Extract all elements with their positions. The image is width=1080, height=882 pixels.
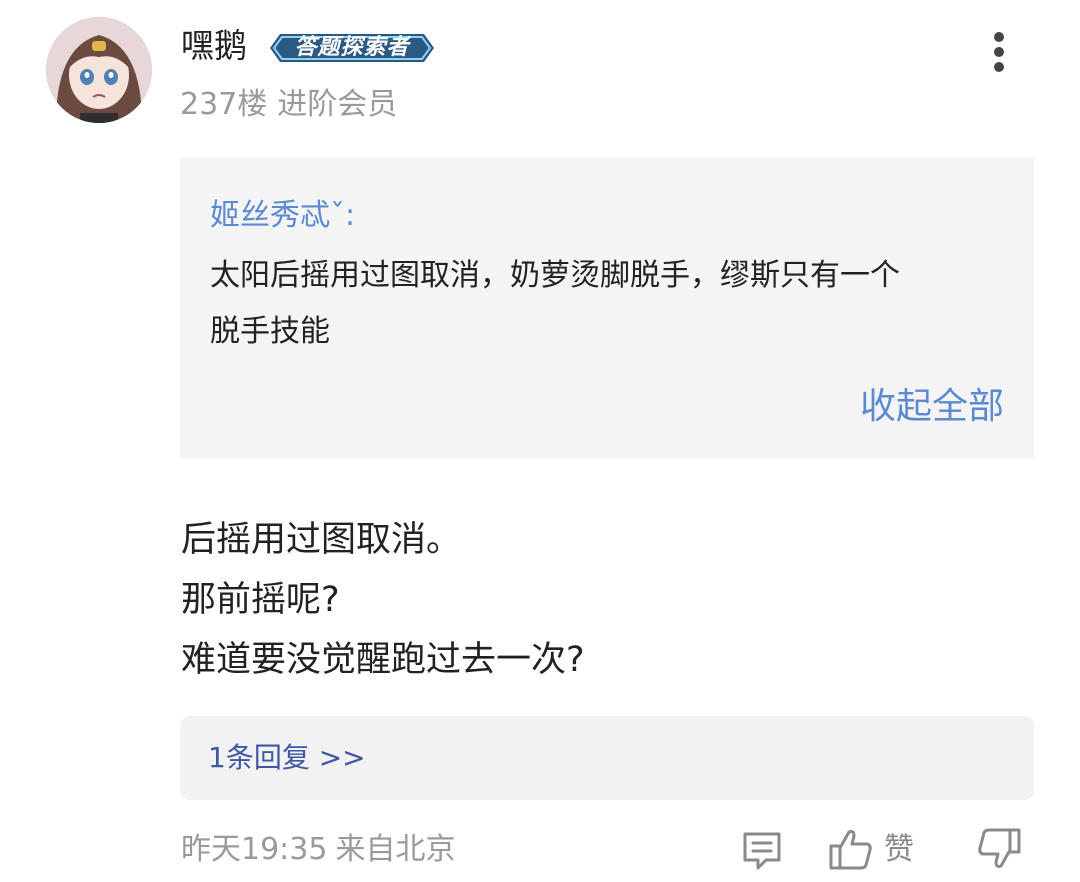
comment-post: 嘿鹅 答题探索者 237楼 进阶会员 姬丝秀忒ˇ: 太阳后摇用过图取消，奶萝烫脚脱…	[0, 0, 1080, 882]
reply-button[interactable]	[740, 826, 784, 874]
body-line: 后摇用过图取消。	[181, 520, 462, 560]
quote-author[interactable]: 姬丝秀忒ˇ:	[210, 196, 355, 236]
replies-label: 1条回复 >>	[208, 741, 366, 774]
body-line: 那前摇呢?	[181, 580, 340, 620]
post-location: 来自北京	[335, 832, 456, 867]
replies-button[interactable]: 1条回复 >>	[180, 716, 1034, 800]
quoted-comment: 姬丝秀忒ˇ: 太阳后摇用过图取消，奶萝烫脚脱手，缪斯只有一个 脱手技能 收起全部	[180, 158, 1034, 458]
like-label[interactable]: 赞	[884, 830, 914, 870]
body-line: 难道要没觉醒跑过去一次?	[181, 640, 585, 680]
thumbs-up-icon	[829, 830, 872, 870]
post-meta: 昨天19:35 来自北京	[181, 830, 455, 870]
quote-line: 太阳后摇用过图取消，奶萝烫脚脱手，缪斯只有一个	[210, 258, 900, 293]
quote-line: 脱手技能	[210, 314, 330, 349]
comment-body: 后摇用过图取消。 那前摇呢? 难道要没觉醒跑过去一次?	[181, 510, 1041, 690]
user-meta: 237楼 进阶会员	[180, 86, 397, 124]
more-options-button[interactable]	[982, 28, 1016, 76]
dislike-button[interactable]	[976, 826, 1022, 874]
avatar-image	[46, 17, 152, 123]
thumbs-down-icon	[978, 828, 1021, 868]
badge-label: 答题探索者	[294, 35, 410, 60]
quote-text: 太阳后摇用过图取消，奶萝烫脚脱手，缪斯只有一个 脱手技能	[210, 248, 1010, 360]
like-button[interactable]	[828, 826, 874, 874]
achievement-badge[interactable]: 答题探索者	[268, 28, 436, 68]
floor-number: 237楼	[180, 87, 268, 122]
avatar[interactable]	[46, 17, 152, 123]
comment-icon	[743, 832, 781, 870]
post-time: 昨天19:35	[181, 832, 328, 867]
username[interactable]: 嘿鹅	[181, 26, 247, 66]
member-level: 进阶会员	[277, 87, 398, 122]
collapse-button[interactable]: 收起全部	[860, 384, 1004, 430]
